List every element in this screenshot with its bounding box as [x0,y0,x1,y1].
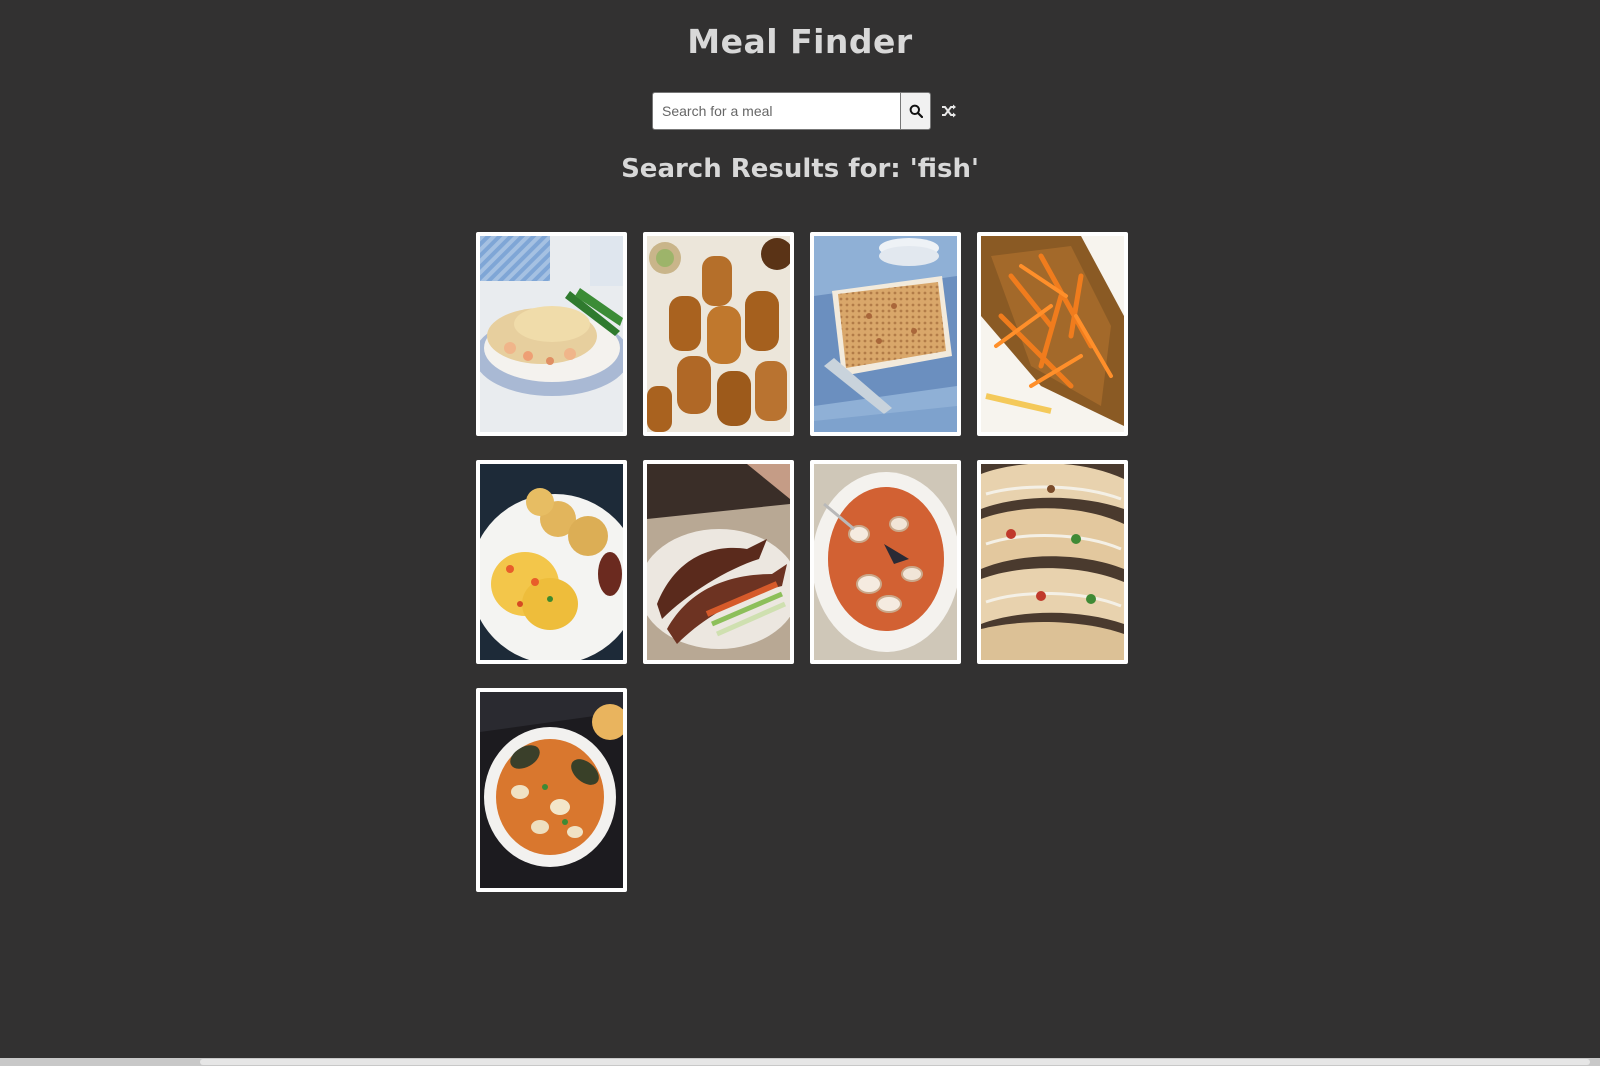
random-meal-button[interactable] [936,92,962,130]
meal-finder-page: Meal Finder Search Results for: 'fish' [0,0,1600,1066]
meal-card[interactable] [977,232,1128,436]
search-icon [909,104,923,118]
fried-fish-carrots-image [981,236,1124,432]
gratin-bake-image [814,236,957,432]
meal-card[interactable] [476,460,627,664]
meal-card[interactable] [476,688,627,892]
mussel-stew-image [480,692,623,888]
fish-tacos-image [981,464,1124,660]
ackee-saltfish-image [480,464,623,660]
scrollbar-thumb[interactable] [200,1059,1590,1065]
meal-card[interactable] [643,460,794,664]
meal-card[interactable] [810,460,961,664]
meal-card[interactable] [977,460,1128,664]
search-results-heading: Search Results for: 'fish' [621,154,979,184]
search-button[interactable] [900,92,931,130]
search-input[interactable] [652,92,900,130]
shuffle-icon [942,104,956,118]
meal-card[interactable] [476,232,627,436]
horizontal-scrollbar[interactable] [0,1058,1600,1066]
grilled-fish-image [647,464,790,660]
meal-card[interactable] [810,232,961,436]
page-title: Meal Finder [687,22,913,61]
croquettes-image [647,236,790,432]
meal-card[interactable] [643,232,794,436]
seafood-soup-image [814,464,957,660]
meals-grid [476,232,1136,892]
fish-pie-image [480,236,623,432]
search-form [652,92,962,130]
